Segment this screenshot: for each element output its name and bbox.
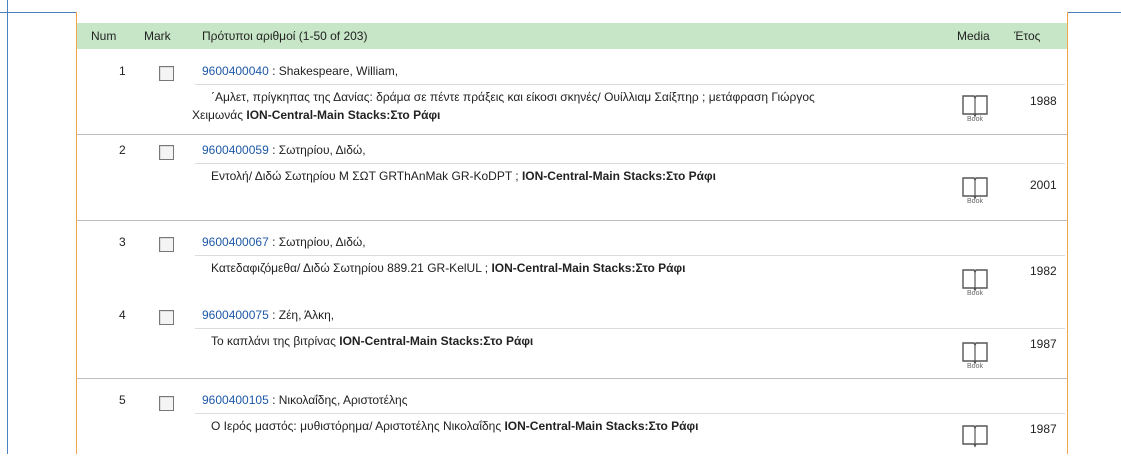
header-num: Num <box>91 29 117 43</box>
mark-checkbox[interactable] <box>159 66 174 81</box>
record-details: Κατεδαφιζόμεθα/ Διδώ Σωτηρίου 889.21 GR-… <box>192 259 937 277</box>
record-location: ION-Central-Main Stacks:Στο Ράφι <box>491 261 686 275</box>
header-title: Πρότυποι αριθμοί (1-50 of 203) <box>202 29 368 43</box>
record-author: : Σωτηρίου, Διδώ, <box>268 235 366 249</box>
record-number: 4 <box>119 308 126 322</box>
record-author: : Νικολαΐδης, Αριστοτέλης <box>268 393 408 407</box>
call-number-link[interactable]: 9600400059 <box>202 143 269 157</box>
book-icon: Book <box>961 174 989 208</box>
mark-checkbox[interactable] <box>159 145 174 160</box>
record-description: ΄Αμλετ, πρίγκηπας της Δανίας: δράμα σε π… <box>211 90 815 104</box>
record-year: 1987 <box>1030 422 1057 436</box>
record-description: Το καπλάνι της βιτρίνας <box>211 334 340 348</box>
record-details: Το καπλάνι της βιτρίνας ION-Central-Main… <box>192 332 937 350</box>
media-type-label: Book <box>967 290 983 297</box>
record-separator <box>77 220 1067 221</box>
results-panel: Num Mark Πρότυποι αριθμοί (1-50 of 203) … <box>76 12 1068 454</box>
record-heading: 9600400105 : Νικολαΐδης, Αριστοτέλης <box>202 393 407 407</box>
record-location: ION-Central-Main Stacks:Στο Ράφι <box>521 169 716 183</box>
media-type-label: Book <box>967 198 983 205</box>
header-year: Έτος <box>1014 29 1041 43</box>
record-year: 1988 <box>1030 94 1057 108</box>
header-mark: Mark <box>144 29 171 43</box>
record-heading: 9600400059 : Σωτηρίου, Διδώ, <box>202 143 366 157</box>
record-heading: 9600400040 : Shakespeare, William, <box>202 64 398 78</box>
record-location: ION-Central-Main Stacks:Στο Ράφι <box>246 108 441 122</box>
record-details: ΄Αμλετ, πρίγκηπας της Δανίας: δράμα σε π… <box>192 88 937 124</box>
row-separator <box>195 328 1065 329</box>
media-type-label: Book <box>967 363 983 370</box>
record-details: Εντολή/ Διδώ Σωτηρίου M ΣΩΤ GRThAnMak GR… <box>192 167 937 185</box>
record-description: Κατεδαφιζόμεθα/ Διδώ Σωτηρίου 889.21 GR-… <box>211 261 492 275</box>
record-author: : Shakespeare, William, <box>268 64 399 78</box>
header-media: Media <box>957 29 990 43</box>
row-separator <box>195 84 1065 85</box>
record-separator <box>77 134 1067 135</box>
record-heading: 9600400075 : Ζέη, Άλκη, <box>202 308 334 322</box>
row-separator <box>195 413 1065 414</box>
record-description: Εντολή/ Διδώ Σωτηρίου M ΣΩΤ GRThAnMak GR… <box>211 169 522 183</box>
record-location: ION-Central-Main Stacks:Στο Ράφι <box>339 334 534 348</box>
book-icon: Book <box>961 266 989 300</box>
results-header: Num Mark Πρότυποι αριθμοί (1-50 of 203) … <box>77 23 1067 49</box>
call-number-link[interactable]: 9600400075 <box>202 308 269 322</box>
call-number-link[interactable]: 9600400105 <box>202 393 269 407</box>
book-icon: Book <box>961 92 989 126</box>
record-year: 1982 <box>1030 264 1057 278</box>
record-location: ION-Central-Main Stacks:Στο Ράφι <box>504 419 699 433</box>
mark-checkbox[interactable] <box>159 396 174 411</box>
mark-checkbox[interactable] <box>159 237 174 252</box>
record-number: 1 <box>119 64 126 78</box>
record-number: 2 <box>119 143 126 157</box>
record-number: 5 <box>119 393 126 407</box>
record-year: 2001 <box>1030 178 1057 192</box>
record-author: : Ζέη, Άλκη, <box>268 308 335 322</box>
left-border-line <box>7 0 8 454</box>
book-icon: Book <box>961 339 989 373</box>
record-year: 1987 <box>1030 337 1057 351</box>
row-separator <box>195 163 1065 164</box>
call-number-link[interactable]: 9600400040 <box>202 64 269 78</box>
mark-checkbox[interactable] <box>159 310 174 325</box>
record-description-cont: Χειμωνάς <box>192 108 247 122</box>
record-author: : Σωτηρίου, Διδώ, <box>268 143 366 157</box>
record-heading: 9600400067 : Σωτηρίου, Διδώ, <box>202 235 366 249</box>
book-icon <box>961 422 989 456</box>
record-details: Ο Ιερός μαστός: μυθιστόρημα/ Αριστοτέλης… <box>192 417 937 435</box>
row-separator <box>195 255 1065 256</box>
record-number: 3 <box>119 235 126 249</box>
media-type-label: Book <box>967 116 983 123</box>
call-number-link[interactable]: 9600400067 <box>202 235 269 249</box>
record-description: Ο Ιερός μαστός: μυθιστόρημα/ Αριστοτέλης… <box>211 419 505 433</box>
record-separator <box>77 378 1067 379</box>
